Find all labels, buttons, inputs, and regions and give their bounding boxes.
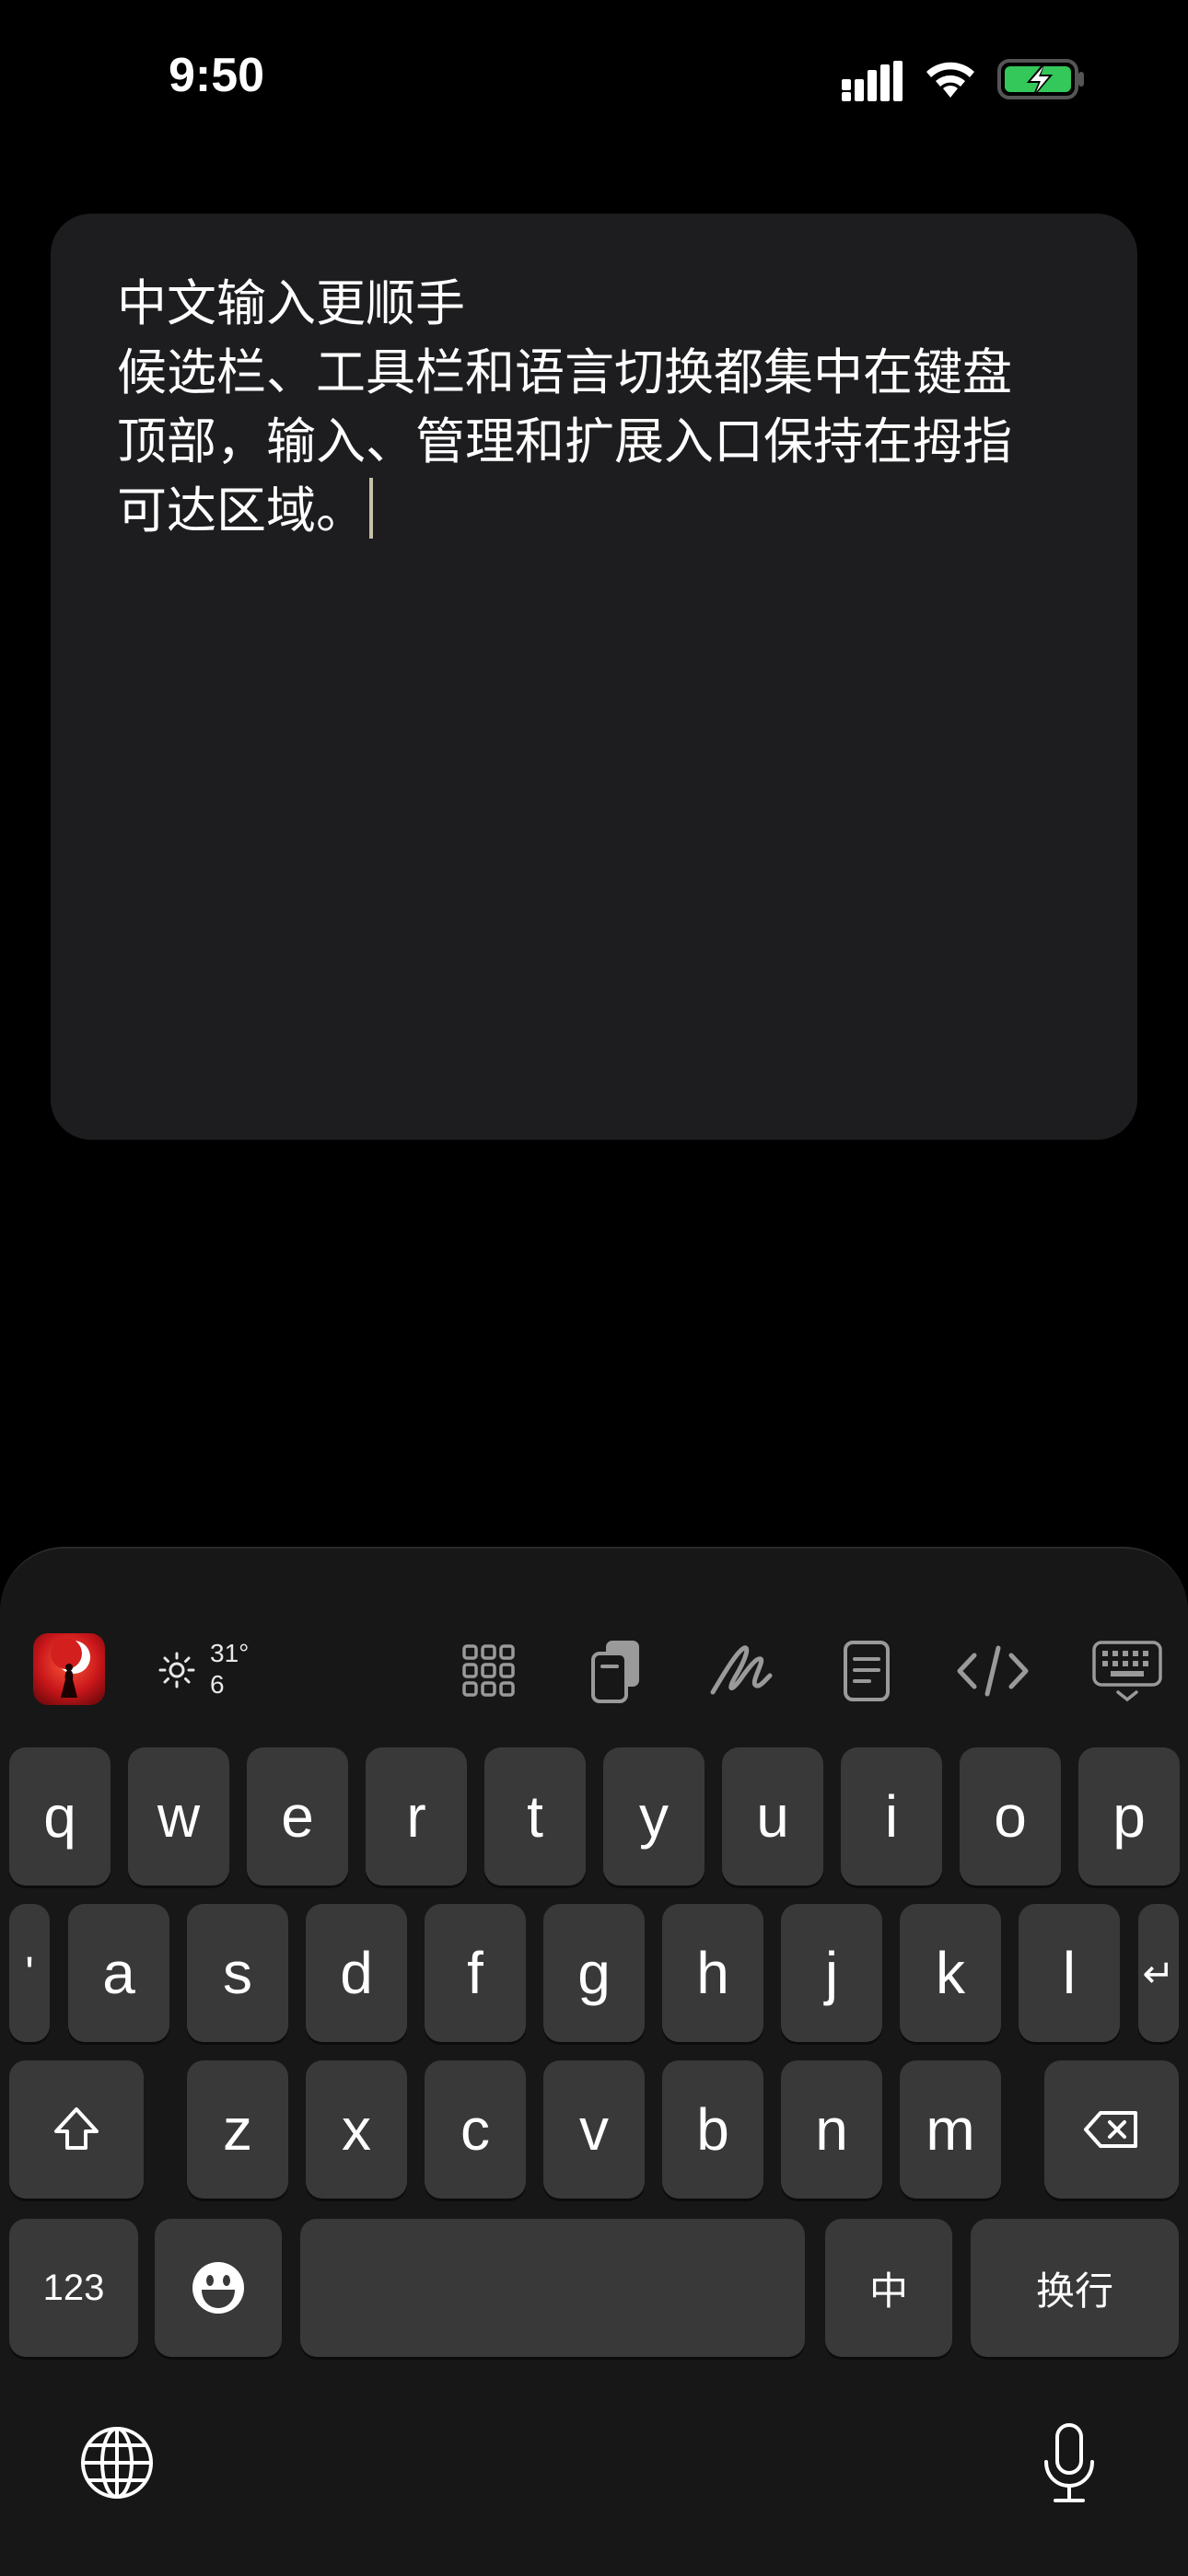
key-v[interactable]: v [543, 2060, 645, 2199]
key-return-arrow[interactable]: ↵ [1138, 1904, 1179, 2042]
battery-charging-icon [997, 59, 1084, 99]
key-label: o [994, 1783, 1027, 1850]
clipboard-icon[interactable] [582, 1637, 650, 1705]
key-label: c [460, 2096, 490, 2163]
key-label: b [696, 2096, 729, 2163]
key-label: a [102, 1940, 135, 2006]
return-key[interactable]: 换行 [971, 2219, 1179, 2357]
backspace-key[interactable] [1044, 2060, 1179, 2199]
key-label: m [926, 2096, 975, 2163]
emoji-icon [192, 2262, 244, 2314]
cellular-signal-icon [842, 61, 903, 101]
editor-line: 中文输入更顺手 [117, 274, 465, 332]
key-label: f [467, 1940, 483, 2006]
key-l[interactable]: l [1019, 1904, 1120, 2042]
text-editor-card[interactable]: 中文输入更顺手 候选栏、工具栏和语言切换都集中在键盘 顶部，输入、管理和扩展入口… [51, 214, 1137, 1140]
key-z[interactable]: z [187, 2060, 288, 2199]
key-t[interactable]: t [484, 1747, 586, 1886]
emoji-key[interactable] [155, 2219, 282, 2357]
keyboard-toolbar: 31° 6 [0, 1549, 1188, 1733]
key-label: e [281, 1783, 314, 1850]
key-label: h [696, 1940, 729, 2006]
key-d[interactable]: d [306, 1904, 407, 2042]
key-i[interactable]: i [841, 1747, 942, 1886]
status-time: 9:50 [169, 49, 265, 102]
key-b[interactable]: b [662, 2060, 763, 2199]
key-label: g [577, 1940, 611, 2006]
weather-temperature: 31° [210, 1639, 250, 1667]
key-p[interactable]: p [1078, 1747, 1180, 1886]
editor-line: 候选栏、工具栏和语言切换都集中在键盘 [117, 343, 1012, 401]
text-caret [369, 478, 373, 539]
handwriting-icon[interactable] [707, 1637, 775, 1705]
shift-icon [54, 2107, 99, 2150]
key-label: j [824, 1940, 839, 2006]
keyboard: 31° 6 q w e r t y u i o p ' a s d f g h … [0, 1547, 1188, 2576]
weather-index: 6 [210, 1670, 225, 1699]
text-editor-content[interactable]: 中文输入更顺手 候选栏、工具栏和语言切换都集中在键盘 顶部，输入、管理和扩展入口… [117, 269, 1093, 545]
key-label: p [1112, 1783, 1146, 1850]
key-j[interactable]: j [781, 1904, 882, 2042]
key-label: k [936, 1940, 965, 2006]
key-o[interactable]: o [960, 1747, 1061, 1886]
app-icon[interactable] [33, 1633, 105, 1705]
key-f[interactable]: f [425, 1904, 526, 2042]
key-s[interactable]: s [187, 1904, 288, 2042]
key-n[interactable]: n [781, 2060, 882, 2199]
key-q[interactable]: q [9, 1747, 111, 1886]
key-label: w [157, 1783, 201, 1850]
key-label: r [406, 1783, 426, 1850]
key-e[interactable]: e [247, 1747, 348, 1886]
grid-icon[interactable] [455, 1637, 523, 1705]
editor-line: 可达区域。 [117, 482, 366, 540]
key-a[interactable]: a [68, 1904, 169, 2042]
backspace-icon [1084, 2111, 1137, 2148]
shift-key[interactable] [9, 2060, 144, 2199]
editor-line: 顶部，输入、管理和扩展入口保持在拇指 [117, 412, 1012, 470]
key-label: t [527, 1783, 543, 1850]
key-y[interactable]: y [603, 1747, 705, 1886]
space-key[interactable] [300, 2219, 805, 2357]
sun-icon [158, 1652, 195, 1688]
key-h[interactable]: h [662, 1904, 763, 2042]
key-label: u [756, 1783, 789, 1850]
key-g[interactable]: g [543, 1904, 645, 2042]
microphone-icon[interactable] [1041, 2421, 1098, 2506]
key-label: l [1062, 1940, 1077, 2006]
key-label: y [639, 1783, 669, 1850]
key-label: i [884, 1783, 899, 1850]
numbers-key[interactable]: 123 [9, 2219, 138, 2357]
key-r[interactable]: r [366, 1747, 467, 1886]
key-x[interactable]: x [306, 2060, 407, 2199]
code-icon[interactable] [956, 1637, 1029, 1705]
key-label: n [815, 2096, 848, 2163]
keyboard-hide-icon[interactable] [1090, 1637, 1164, 1705]
key-apostrophe[interactable]: ' [9, 1904, 50, 2042]
key-k[interactable]: k [900, 1904, 1001, 2042]
chinese-mode-key[interactable]: 中 [825, 2219, 952, 2357]
key-label: d [340, 1940, 373, 2006]
key-m[interactable]: m [900, 2060, 1001, 2199]
key-label: s [223, 1940, 252, 2006]
key-label: z [223, 2096, 252, 2163]
key-c[interactable]: c [425, 2060, 526, 2199]
key-w[interactable]: w [128, 1747, 229, 1886]
globe-icon[interactable] [79, 2425, 155, 2501]
key-label: v [579, 2096, 609, 2163]
key-u[interactable]: u [722, 1747, 823, 1886]
key-label: q [43, 1783, 76, 1850]
key-label: x [342, 2096, 371, 2163]
document-icon[interactable] [833, 1637, 901, 1705]
wifi-icon [926, 62, 974, 98]
